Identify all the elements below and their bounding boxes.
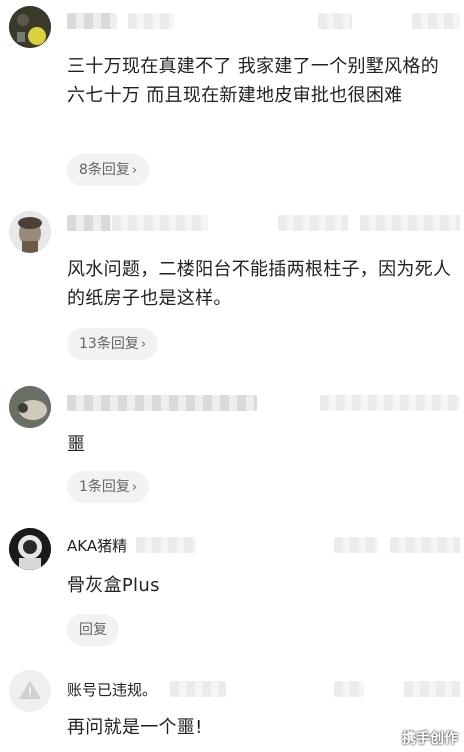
meta-redacted: [128, 13, 174, 29]
comment-text: 骨灰盒Plus: [67, 575, 160, 596]
reply-count-label: 1条回复: [79, 479, 130, 495]
watermark: 携手创作: [402, 731, 458, 747]
reply-count-label: 8条回复: [79, 162, 130, 178]
meta-redacted: [320, 395, 460, 411]
chevron-right-icon: ›: [131, 163, 138, 178]
meta-redacted: [334, 537, 378, 553]
avatar-image: [9, 386, 51, 428]
username-redacted: [67, 395, 257, 411]
username-redacted: [67, 215, 111, 231]
meta-redacted: [390, 537, 460, 553]
username-redacted: [67, 13, 117, 29]
avatar-image: [9, 528, 51, 570]
meta-redacted: [112, 215, 208, 231]
comment-item: AKA猪精 骨灰盒Plus 回复: [0, 515, 464, 655]
meta-redacted: [136, 537, 196, 553]
reply-count-button[interactable]: 8条回复 ›: [67, 154, 150, 186]
reply-count-button[interactable]: 13条回复 ›: [67, 328, 159, 360]
reply-count-button[interactable]: 1条回复 ›: [67, 471, 150, 503]
avatar-image: [9, 6, 51, 48]
avatar[interactable]: [9, 670, 51, 712]
chevron-right-icon: ›: [131, 480, 138, 495]
comment-item: 风水问题，二楼阳台不能插两根柱子，因为死人的纸房子也是这样。 13条回复 ›: [0, 195, 464, 375]
reply-label: 回复: [79, 622, 107, 638]
meta-redacted: [334, 681, 364, 697]
avatar[interactable]: [9, 6, 51, 48]
avatar[interactable]: [9, 386, 51, 428]
avatar[interactable]: [9, 528, 51, 570]
meta-redacted: [360, 215, 460, 231]
meta-redacted: [412, 13, 460, 29]
comment-text: 噩: [67, 434, 86, 455]
username[interactable]: 账号已违规。: [67, 679, 157, 700]
meta-redacted: [170, 681, 226, 697]
comment-text: 再问就是一个噩!: [67, 717, 203, 738]
comment-item: 账号已违规。 再问就是一个噩!: [0, 655, 464, 752]
avatar-image: [9, 211, 51, 253]
username[interactable]: AKA猪精: [67, 535, 127, 556]
warning-triangle-icon: [9, 670, 51, 712]
reply-button[interactable]: 回复: [67, 614, 119, 646]
comment-item: 三十万现在真建不了 我家建了一个别墅风格的 六七十万 而且现在新建地皮审批也很困…: [0, 0, 464, 195]
meta-redacted: [404, 681, 460, 697]
reply-count-label: 13条回复: [79, 336, 139, 352]
comment-item: 噩 1条回复 ›: [0, 375, 464, 515]
comment-text: 三十万现在真建不了 我家建了一个别墅风格的 六七十万 而且现在新建地皮审批也很困…: [67, 56, 440, 106]
meta-redacted: [278, 215, 348, 231]
chevron-right-icon: ›: [140, 337, 147, 352]
comment-text: 风水问题，二楼阳台不能插两根柱子，因为死人的纸房子也是这样。: [67, 259, 452, 309]
meta-redacted: [318, 13, 352, 29]
avatar[interactable]: [9, 211, 51, 253]
